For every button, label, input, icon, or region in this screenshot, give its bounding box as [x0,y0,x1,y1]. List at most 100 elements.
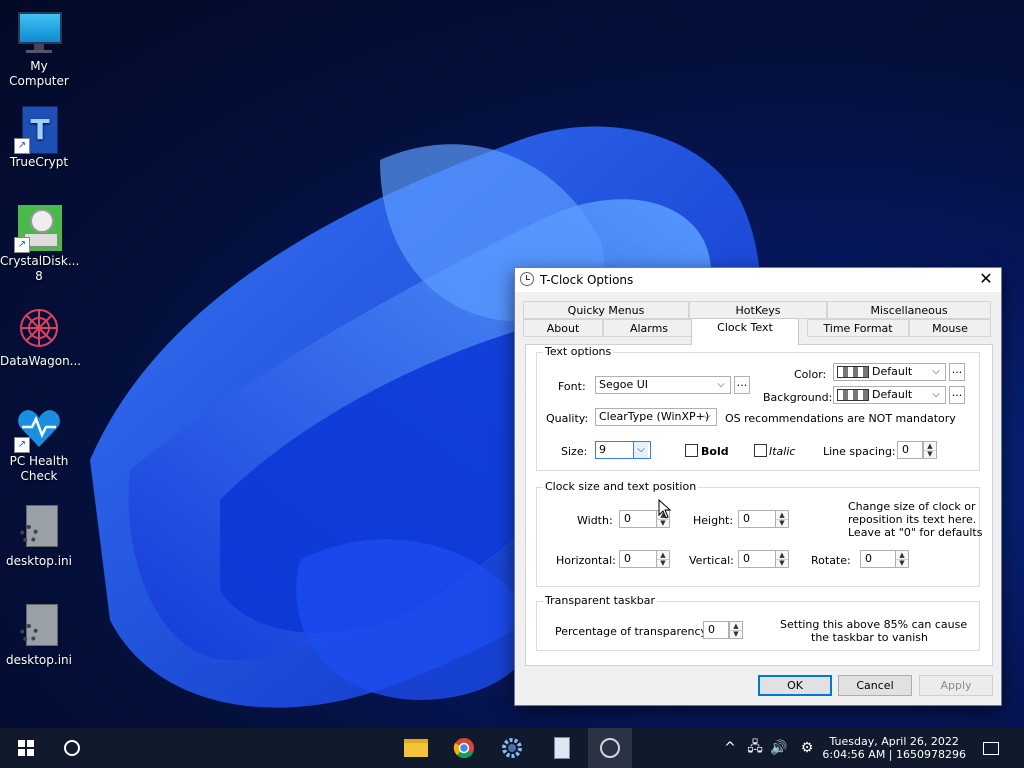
chevron-down-icon: ⌵ [717,379,725,390]
desktop-icon-pc-health-check[interactable]: ↗ PC Health Check [0,405,78,484]
spin-down-icon[interactable]: ▼ [730,630,742,638]
bold-checkbox[interactable] [685,444,698,457]
spin-down-icon[interactable]: ▼ [896,559,908,567]
quality-label: Quality: [546,412,589,425]
group-clock-size: Clock size and text position Width: 0 ▲ ▼… [536,480,983,587]
height-spinner[interactable]: ▲ ▼ [775,510,789,528]
taskbar: ^ 🖧 🔊 ⚙ Tuesday, April 26, 2022 6:04:56 … [0,728,1024,768]
tab-miscellaneous[interactable]: Miscellaneous [827,301,991,319]
line-spacing-spinner[interactable]: ▲ ▼ [923,441,937,459]
ok-button[interactable]: OK [758,675,832,696]
tab-clock-text[interactable]: Clock Text [691,318,799,345]
tab-page-clock-text: Text options Font: Segoe UI ⌵ ... Color:… [525,344,993,666]
volume-icon[interactable]: 🔊 [768,728,790,768]
help-line-3: Leave at "0" for defaults [848,526,983,539]
height-input[interactable]: 0 [738,510,776,528]
group-transparent-taskbar: Transparent taskbar Percentage of transp… [536,594,980,651]
tray-overflow-chevron-icon[interactable]: ^ [720,728,740,768]
horizontal-label: Horizontal: [556,554,616,567]
desktop-icon-label: My Computer [9,59,69,88]
background-swatch [837,389,869,401]
speech-bubble-icon [983,741,999,755]
tab-about[interactable]: About [523,319,603,337]
start-button[interactable] [4,728,48,768]
italic-label: Italic [769,445,796,458]
quality-select[interactable]: ClearType (WinXP+) ⌵ [595,408,717,426]
vertical-spinner[interactable]: ▲ ▼ [775,550,789,568]
spin-down-icon[interactable]: ▼ [776,519,788,527]
cancel-button[interactable]: Cancel [838,675,912,696]
shortcut-arrow-icon: ↗ [14,437,30,453]
taskbar-file-explorer[interactable] [394,728,438,768]
spin-down-icon[interactable]: ▼ [657,559,669,567]
spin-down-icon[interactable]: ▼ [924,450,936,458]
width-input[interactable]: 0 [619,510,657,528]
group-legend: Clock size and text position [543,480,699,493]
desktop-icon-crystaldisk[interactable]: ↗ CrystalDisk... 8 [0,205,79,284]
gear-icon[interactable]: ⚙ [796,728,818,768]
height-label: Height: [693,514,734,527]
desktop-icon-desktop-ini-2[interactable]: desktop.ini [0,604,78,668]
line-spacing-input[interactable]: 0 [897,441,923,459]
color-browse-button[interactable]: ... [949,363,965,381]
tab-hotkeys[interactable]: HotKeys [689,301,827,319]
close-button[interactable]: ✕ [977,270,995,288]
shortcut-arrow-icon: ↗ [14,138,30,154]
health-heart-icon: ↗ [14,405,62,453]
background-select[interactable]: Default ⌵ [833,386,946,404]
taskbar-chrome[interactable] [442,728,486,768]
chevron-down-icon: ⌵ [703,411,711,422]
transparency-note-2: the taskbar to vanish [811,631,928,644]
horizontal-input[interactable]: 0 [619,550,657,568]
apply-button[interactable]: Apply [919,675,993,696]
vertical-input[interactable]: 0 [738,550,776,568]
quality-value: ClearType (WinXP+) [599,410,710,423]
tab-quicky-menus[interactable]: Quicky Menus [523,301,689,319]
desktop-icon-datawagon[interactable]: DataWagon... [0,305,81,369]
taskbar-settings[interactable] [490,728,534,768]
network-icon[interactable]: 🖧 [744,728,766,768]
rotate-spinner[interactable]: ▲ ▼ [895,550,909,568]
italic-checkbox[interactable] [754,444,767,457]
taskbar-app-list[interactable] [540,728,584,768]
chevron-down-icon: ⌵ [633,442,648,458]
tab-mouse[interactable]: Mouse [909,319,991,337]
tab-time-format[interactable]: Time Format [807,319,909,337]
rotate-input[interactable]: 0 [860,550,896,568]
transparency-input[interactable]: 0 [703,621,729,639]
settings-gear-icon [502,738,522,758]
font-value: Segoe UI [599,378,649,391]
search-button[interactable] [50,728,94,768]
chevron-down-icon: ⌵ [932,389,940,400]
tab-alarms[interactable]: Alarms [603,319,695,337]
gear-file-icon [16,505,62,551]
font-browse-button[interactable]: ... [734,376,750,394]
color-value: Default [872,365,913,378]
group-text-options: Text options Font: Segoe UI ⌵ ... Color:… [536,345,980,471]
color-label: Color: [794,368,827,381]
dialog-titlebar[interactable]: T-Clock Options ✕ [515,268,1001,292]
transparency-label: Percentage of transparency: [555,625,710,638]
font-select[interactable]: Segoe UI ⌵ [595,376,731,394]
horizontal-spinner[interactable]: ▲ ▼ [656,550,670,568]
notification-center-icon[interactable] [980,728,1002,768]
spin-down-icon[interactable]: ▼ [776,559,788,567]
desktop-icon-truecrypt[interactable]: T ↗ TrueCrypt [0,106,78,170]
line-spacing-label: Line spacing: [823,445,896,458]
transparency-spinner[interactable]: ▲ ▼ [729,621,743,639]
crystaldisk-icon: ↗ [14,205,62,253]
rotate-label: Rotate: [811,554,851,567]
desktop-icon-label: desktop.ini [6,554,72,568]
size-select[interactable]: 9 ⌵ [595,441,651,459]
background-browse-button[interactable]: ... [949,386,965,404]
taskbar-clock[interactable]: Tuesday, April 26, 2022 6:04:56 AM | 165… [822,735,966,761]
desktop-icon-desktop-ini-1[interactable]: desktop.ini [0,505,78,569]
windows-logo-icon [18,740,34,756]
size-value: 9 [599,443,606,456]
color-select[interactable]: Default ⌵ [833,363,946,381]
desktop-icon-my-computer[interactable]: My Computer [0,10,78,89]
taskbar-tclock[interactable] [588,728,632,768]
dialog-title: T-Clock Options [540,273,634,287]
spin-down-icon[interactable]: ▼ [657,519,669,527]
desktop-icon-label: TrueCrypt [9,155,69,169]
